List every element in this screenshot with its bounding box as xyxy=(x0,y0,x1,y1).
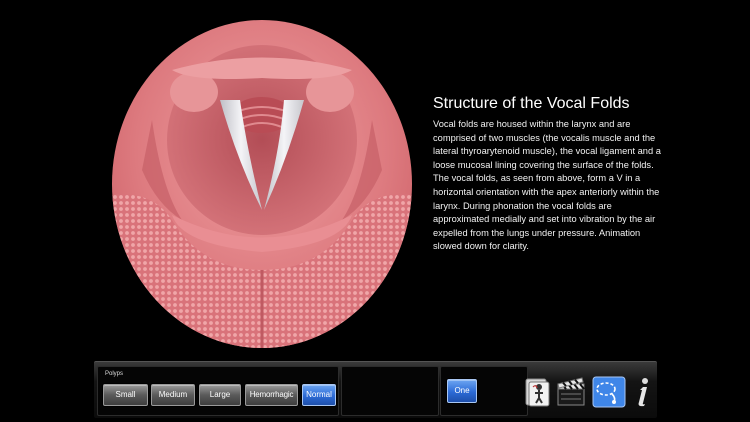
bottom-toolbar: Polyps Small Medium Large Hemorrhagic No… xyxy=(94,361,657,418)
info-panel: Structure of the Vocal Folds Vocal folds… xyxy=(433,94,663,254)
clapperboard-icon[interactable] xyxy=(556,376,586,408)
larynx-illustration xyxy=(112,20,412,348)
polyps-panel: Polyps Small Medium Large Hemorrhagic No… xyxy=(97,366,339,416)
vocal-folds-view xyxy=(112,20,412,348)
count-panel: One xyxy=(440,366,528,416)
anatomy-icon[interactable] xyxy=(524,376,550,408)
info-body: Vocal folds are housed within the larynx… xyxy=(433,119,661,252)
info-title: Structure of the Vocal Folds xyxy=(433,95,630,112)
medium-button[interactable]: Medium xyxy=(151,384,195,406)
one-button[interactable]: One xyxy=(447,379,477,403)
info-icon[interactable] xyxy=(632,376,652,408)
lasso-icon[interactable] xyxy=(592,376,626,408)
normal-button[interactable]: Normal xyxy=(302,384,336,406)
polyps-label: Polyps xyxy=(105,371,124,377)
hemorrhagic-button[interactable]: Hemorrhagic xyxy=(245,384,298,406)
empty-panel xyxy=(341,366,439,416)
large-button[interactable]: Large xyxy=(199,384,241,406)
small-button[interactable]: Small xyxy=(103,384,148,406)
